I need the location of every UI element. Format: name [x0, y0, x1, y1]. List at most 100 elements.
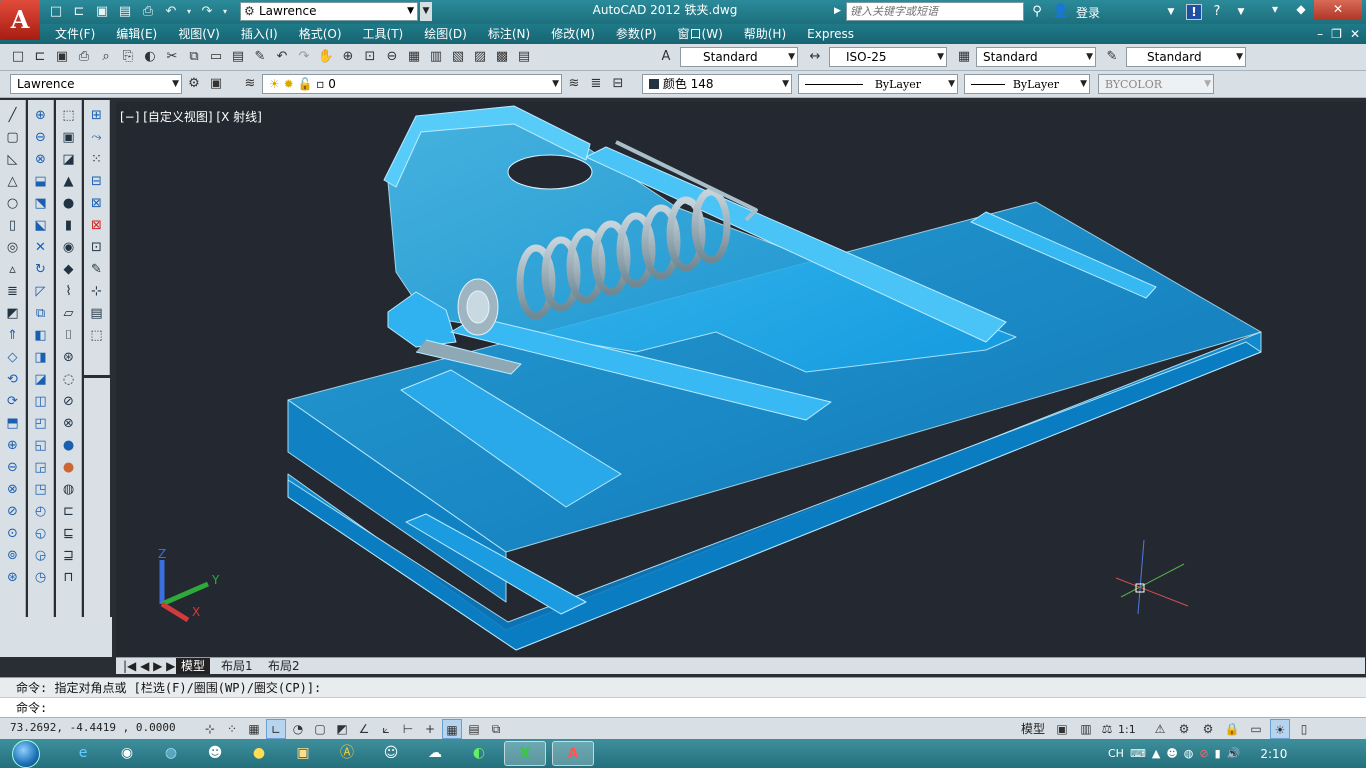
cylinder-icon[interactable]: ▮ [59, 216, 79, 236]
color-faces-icon[interactable]: ◧ [31, 326, 51, 346]
layer-dropdown[interactable]: ☀ ✹ 🔓 ▫ 0 ▼ [262, 74, 562, 94]
text-style-dropdown[interactable]: Standard ▼ [680, 47, 798, 67]
make-current-layer-icon[interactable]: ≋ [564, 74, 584, 94]
media-icon[interactable]: ● [240, 741, 278, 766]
properties-icon[interactable]: ▦ [404, 47, 424, 67]
close-button[interactable]: ✕ [1314, 0, 1362, 19]
wedge-icon[interactable]: ◪ [59, 150, 79, 170]
menu-parametric[interactable]: 参数(P) [616, 24, 669, 44]
undo-icon[interactable]: ↶ [272, 47, 292, 67]
union-icon[interactable]: ⊕ [31, 106, 51, 126]
annotation-scale-value[interactable]: 1:1 [1118, 723, 1146, 736]
tab-layout1[interactable]: 布局1 [216, 658, 258, 674]
thicken-icon[interactable]: ⊚ [3, 546, 23, 566]
open-icon[interactable]: ⊏ [30, 47, 50, 67]
binoculars-icon[interactable]: ⚲ [1028, 3, 1046, 21]
new-icon[interactable]: □ [8, 47, 28, 67]
shell-icon[interactable]: ◲ [31, 458, 51, 478]
interfere-icon[interactable]: ⊛ [3, 568, 23, 588]
walk-icon[interactable]: ⊛ [59, 348, 79, 368]
rotate-faces-icon[interactable]: ↻ [31, 260, 51, 280]
calculator-icon[interactable]: ▤ [514, 47, 534, 67]
qq-tray-icon[interactable]: ☻ [1166, 747, 1177, 760]
delete-faces-icon[interactable]: ✕ [31, 238, 51, 258]
visual-style-hidden-icon[interactable]: ⊗ [59, 414, 79, 434]
clean-icon[interactable]: ◰ [31, 414, 51, 434]
object-snap-icon[interactable]: ▢ [310, 719, 330, 739]
polyline-icon[interactable]: ◺ [3, 150, 23, 170]
select-icon[interactable]: ⬚ [87, 326, 107, 346]
copy-faces-icon[interactable]: ⧉ [31, 304, 51, 324]
camera-icon[interactable]: ⌷ [59, 326, 79, 346]
snap-grid-icon[interactable]: ⊹ [87, 282, 107, 302]
save-as-icon[interactable]: ▤ [115, 2, 135, 22]
layer-delete-icon[interactable]: ⊠ [87, 216, 107, 236]
zoom-realtime-icon[interactable]: ⊕ [338, 47, 358, 67]
extrude-icon[interactable]: ⇑ [3, 326, 23, 346]
table-style-dropdown[interactable]: Standard ▼ [976, 47, 1096, 67]
first-tab-icon[interactable]: |◀ ◀ ▶ ▶| [118, 658, 184, 674]
rectangle-icon[interactable]: ▯ [3, 216, 23, 236]
workspace-switching-icon[interactable]: ⚙ [1198, 719, 1218, 739]
lineweight-icon[interactable]: + [420, 719, 440, 739]
donut-icon[interactable]: ◎ [3, 238, 23, 258]
orbit-icon[interactable]: ◌ [59, 370, 79, 390]
menu-view[interactable]: 视图(V) [178, 24, 232, 44]
revolve-icon[interactable]: ⟲ [3, 370, 23, 390]
layer-previous-icon[interactable]: ≣ [586, 74, 606, 94]
search-expand-icon[interactable]: ▶ [834, 2, 846, 21]
sheet-icon[interactable]: ⊓ [59, 568, 79, 588]
infer-constraints-icon[interactable]: ⊹ [200, 719, 220, 739]
markup-icon[interactable]: ▩ [492, 47, 512, 67]
3d-object-snap-icon[interactable]: ◩ [332, 719, 352, 739]
dim-style-icon[interactable]: ↔ [805, 47, 825, 67]
ucs-icon[interactable]: ⊏ [59, 502, 79, 522]
copy-icon[interactable]: ⧉ [184, 47, 204, 67]
save-icon[interactable]: ▣ [92, 2, 112, 22]
green-app-icon[interactable]: ◐ [460, 741, 498, 766]
redo-icon[interactable]: ↷ [294, 47, 314, 67]
isolate-objects-icon[interactable]: ☀ [1270, 719, 1291, 739]
app-menu-button[interactable]: A [0, 0, 40, 40]
snap-mode-icon[interactable]: ⁘ [222, 719, 242, 739]
separate-icon[interactable]: ◱ [31, 436, 51, 456]
line-icon[interactable]: ╱ [3, 106, 23, 126]
triangle-icon[interactable]: ▵ [3, 260, 23, 280]
layer-manager-icon[interactable]: ≋ [240, 74, 260, 94]
polar-tracking-icon[interactable]: ◔ [288, 719, 308, 739]
snap-from-icon[interactable]: ⁙ [87, 150, 107, 170]
doc-close-icon[interactable]: ✕ [1350, 24, 1360, 44]
volume-icon[interactable]: 🔊 [1227, 747, 1241, 760]
chat-icon[interactable]: ☺ [372, 741, 410, 766]
coordinate-readout[interactable]: 73.2692, -4.4419 , 0.0000 [10, 721, 176, 734]
polygon-icon[interactable]: △ [3, 172, 23, 192]
model-space-button[interactable]: 模型 [1018, 719, 1048, 739]
table-style-icon[interactable]: ▦ [954, 47, 974, 67]
subtract-icon[interactable]: ⊖ [3, 458, 23, 478]
publish-icon[interactable]: ⎘ [118, 47, 138, 67]
open-icon[interactable]: ⊏ [69, 2, 89, 22]
visual-style-wireframe-icon[interactable]: ⊘ [59, 392, 79, 412]
workspace-lock-icon[interactable]: ▣ [206, 74, 226, 94]
user-icon[interactable]: 👤 [1052, 3, 1070, 21]
quick-view-layouts-icon[interactable]: ▣ [1052, 719, 1072, 739]
menu-file[interactable]: 文件(F) [55, 24, 107, 44]
restore-button[interactable]: ◆ [1288, 0, 1314, 19]
transparency-icon[interactable]: ▦ [442, 719, 462, 739]
network-tray-icon[interactable]: ◍ [1184, 747, 1194, 760]
hatch-icon[interactable]: ≣ [3, 282, 23, 302]
keyboard-icon[interactable]: ⌨ [1130, 747, 1146, 760]
customize-quick-access-button[interactable]: ▼ [420, 2, 432, 21]
paste-icon[interactable]: ▭ [206, 47, 226, 67]
drawing-viewport[interactable]: [−] [自定义视图] [X 射线] Z Y X [116, 102, 1365, 657]
visual-style-conceptual-icon[interactable]: ● [59, 458, 79, 478]
qq-icon[interactable]: ☻ [196, 741, 234, 766]
imprint-icon[interactable]: ◫ [31, 392, 51, 412]
pyramid-icon[interactable]: ◆ [59, 260, 79, 280]
undo-dropdown-icon[interactable]: ▾ [184, 2, 194, 22]
plot-style-dropdown[interactable]: BYCOLOR ▼ [1098, 74, 1214, 94]
workspace-dropdown[interactable]: ⚙ Lawrence ▼ [240, 2, 418, 21]
selection-cycling-icon[interactable]: ⧉ [486, 719, 506, 739]
undo-icon[interactable]: ↶ [161, 2, 181, 22]
menu-format[interactable]: 格式(O) [299, 24, 354, 44]
